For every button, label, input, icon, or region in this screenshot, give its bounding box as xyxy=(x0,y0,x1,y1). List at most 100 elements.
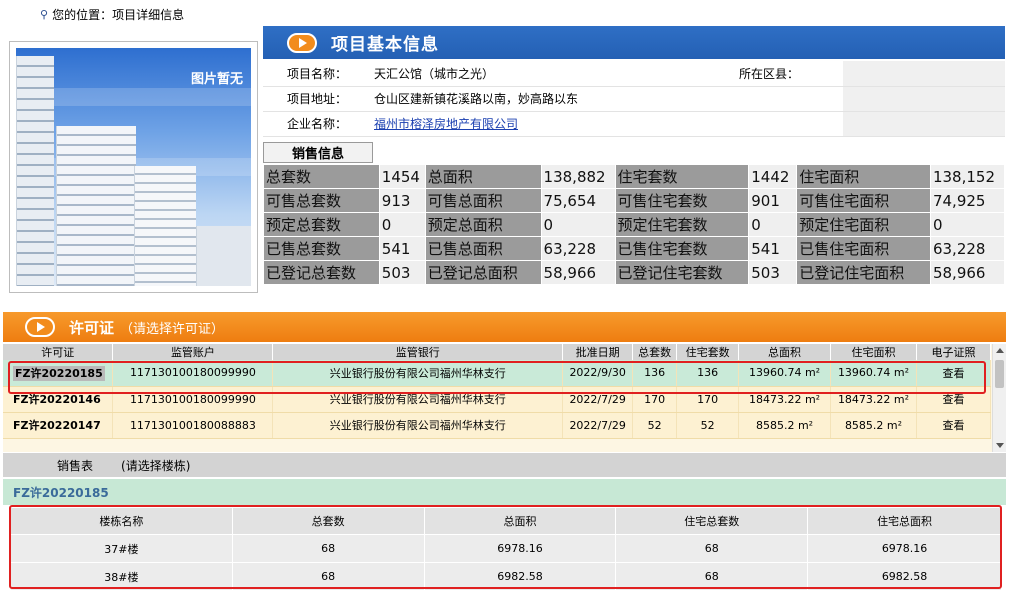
sales-metric-value: 913 xyxy=(378,188,426,213)
sales-metric-value: 74,925 xyxy=(929,188,1006,213)
sales-metric-label: 预定总面积 xyxy=(424,212,542,237)
permit-cell-area: 18473.22 m² xyxy=(738,386,832,413)
permit-cell-bank: 兴业银行股份有限公司福州华林支行 xyxy=(272,412,564,439)
sales-metric-label: 住宅套数 xyxy=(614,164,750,189)
sales-metric-label: 已售总套数 xyxy=(263,236,380,261)
sales-metric-label: 预定住宅面积 xyxy=(796,212,931,237)
permit-cell-bank: 兴业银行股份有限公司福州华林支行 xyxy=(272,360,564,387)
company-link[interactable]: 福州市榕泽房地产有限公司 xyxy=(374,117,518,131)
sales-metric-label: 可售住宅面积 xyxy=(796,188,931,213)
building-cell: 38#楼 xyxy=(10,562,233,591)
permit-column-header[interactable]: 监管账户 xyxy=(112,344,274,360)
permit-column-header[interactable]: 许可证 xyxy=(3,344,114,360)
sales-metric-label: 住宅面积 xyxy=(796,164,931,189)
sales-metric-value: 901 xyxy=(748,188,798,213)
company-label: 企业名称： xyxy=(263,111,368,137)
permit-cell-date: 2022/7/29 xyxy=(562,412,634,439)
sales-metric-label: 已售住宅面积 xyxy=(796,236,931,261)
permit-row[interactable]: FZ许20220146 117130100180099990 兴业银行股份有限公司福… xyxy=(3,386,992,413)
permit-cell-residential: 170 xyxy=(676,386,740,413)
permit-column-header[interactable]: 住宅面积 xyxy=(830,344,917,360)
permit-cell-account: 117130100180099990 xyxy=(112,360,274,387)
permit-cell-total: 52 xyxy=(632,412,678,439)
building-cell: 68 xyxy=(615,562,809,591)
permit-cell-date: 2022/7/29 xyxy=(562,386,634,413)
permit-header: 许可证 （请选择许可证） xyxy=(3,312,1006,342)
view-license-link[interactable]: 查看 xyxy=(916,386,992,413)
breadcrumb: ⚲ 您的位置：项目详细信息 xyxy=(40,6,184,23)
permit-code[interactable]: FZ许20220146 xyxy=(13,393,101,406)
permit-cell-account: 117130100180088883 xyxy=(112,412,274,439)
view-license-link[interactable]: 查看 xyxy=(916,360,992,387)
building-cell: 6978.16 xyxy=(807,534,1002,563)
permit-column-header[interactable]: 批准日期 xyxy=(562,344,634,360)
sales-table-tab[interactable]: 销售表 xyxy=(57,457,93,474)
play-arrow-icon xyxy=(287,32,317,53)
district-label: 所在区县： xyxy=(733,61,843,87)
scroll-thumb[interactable] xyxy=(995,360,1004,388)
permit-cell-res_area: 13960.74 m² xyxy=(830,360,917,387)
permit-column-header[interactable]: 总面积 xyxy=(738,344,832,360)
project-info-header: 项目基本信息 xyxy=(263,26,1005,59)
view-license-link[interactable]: 查看 xyxy=(916,412,992,439)
sales-metric-value: 75,654 xyxy=(540,188,616,213)
sales-table-bar: 销售表 (请选择楼栋) xyxy=(3,453,1006,477)
sales-table-hint: (请选择楼栋) xyxy=(121,458,191,473)
scroll-down-icon[interactable] xyxy=(996,443,1004,448)
building-column-header: 住宅总套数 xyxy=(615,507,809,535)
building-cell: 68 xyxy=(231,534,425,563)
project-info-table: 项目名称： 天汇公馆（城市之光） 所在区县： 项目地址： 仓山区建新镇花溪路以南… xyxy=(263,61,1005,137)
permit-title: 许可证 xyxy=(69,318,115,337)
building-row[interactable]: 37#楼 68 6978.16 68 6978.16 xyxy=(10,534,1002,563)
permit-table: 许可证 监管账户 监管银行 批准日期 总套数 住宅套数 总面积 住宅面积 电子证照 FZ许202… xyxy=(3,344,992,439)
sales-info-grid: 总套数 1454 总面积 138,882 住宅套数 1442 住宅面积 138,152 可售总套… xyxy=(263,164,1006,285)
permit-cell-bank: 兴业银行股份有限公司福州华林支行 xyxy=(272,386,564,413)
current-permit-label: FZ许20220185 xyxy=(3,479,1006,505)
sales-row: 已登记总套数 503 已登记总面积 58,966 已登记住宅套数 503 已登记住宅面积 58… xyxy=(263,260,1006,285)
sales-row: 已售总套数 541 已售总面积 63,228 已售住宅套数 541 已售住宅面积 63,228 xyxy=(263,236,1006,261)
scroll-up-icon[interactable] xyxy=(996,348,1004,353)
sales-metric-value: 503 xyxy=(748,260,798,285)
building-column-header: 总套数 xyxy=(231,507,425,535)
location-pin-icon: ⚲ xyxy=(40,8,49,21)
sales-info-tab[interactable]: 销售信息 xyxy=(263,142,373,163)
permit-cell-account: 117130100180099990 xyxy=(112,386,274,413)
sales-metric-label: 预定住宅套数 xyxy=(614,212,750,237)
permit-row[interactable]: FZ许20220185 117130100180099990 兴业银行股份有限公司福… xyxy=(3,360,992,387)
sales-metric-value: 63,228 xyxy=(929,236,1006,261)
sales-metric-value: 1454 xyxy=(378,164,426,189)
sales-row: 总套数 1454 总面积 138,882 住宅套数 1442 住宅面积 138,152 xyxy=(263,164,1006,189)
permit-subtitle: （请选择许可证） xyxy=(120,321,225,337)
sales-metric-label: 预定总套数 xyxy=(263,212,380,237)
district-value xyxy=(843,61,1005,87)
project-info-title: 项目基本信息 xyxy=(331,35,439,55)
project-photo: 图片暂无 xyxy=(16,48,251,286)
permit-column-header[interactable]: 电子证照 xyxy=(916,344,992,360)
sales-metric-label: 可售总套数 xyxy=(263,188,380,213)
permit-column-header[interactable]: 监管银行 xyxy=(272,344,564,360)
permit-cell-residential: 52 xyxy=(676,412,740,439)
sales-metric-label: 可售总面积 xyxy=(424,188,542,213)
building-cell: 68 xyxy=(615,534,809,563)
sales-metric-value: 541 xyxy=(378,236,426,261)
sales-metric-value: 138,152 xyxy=(929,164,1006,189)
sales-metric-value: 58,966 xyxy=(540,260,616,285)
permit-code[interactable]: FZ许20220185 xyxy=(13,365,105,381)
sales-metric-label: 已售住宅套数 xyxy=(614,236,750,261)
sales-metric-label: 已登记住宅面积 xyxy=(796,260,931,285)
building-column-header: 楼栋名称 xyxy=(10,507,233,535)
building-column-header: 总面积 xyxy=(423,507,617,535)
building-row[interactable]: 38#楼 68 6982.58 68 6982.58 xyxy=(10,562,1002,591)
permit-cell-total: 170 xyxy=(632,386,678,413)
permit-column-header[interactable]: 住宅套数 xyxy=(676,344,740,360)
permit-row[interactable]: FZ许20220147 117130100180088883 兴业银行股份有限公司福… xyxy=(3,412,992,439)
permit-cell-area: 13960.74 m² xyxy=(738,360,832,387)
building-cell: 6982.58 xyxy=(423,562,617,591)
building-table: 楼栋名称 总套数 总面积 住宅总套数 住宅总面积 37#楼 68 6978.16 68 6978… xyxy=(10,507,1002,591)
building-cell: 6982.58 xyxy=(807,562,1002,591)
project-photo-frame: 图片暂无 xyxy=(9,41,258,293)
permit-column-header[interactable]: 总套数 xyxy=(632,344,678,360)
permit-code[interactable]: FZ许20220147 xyxy=(13,419,101,432)
permit-scrollbar[interactable] xyxy=(992,344,1006,452)
photo-caption: 图片暂无 xyxy=(190,72,243,87)
